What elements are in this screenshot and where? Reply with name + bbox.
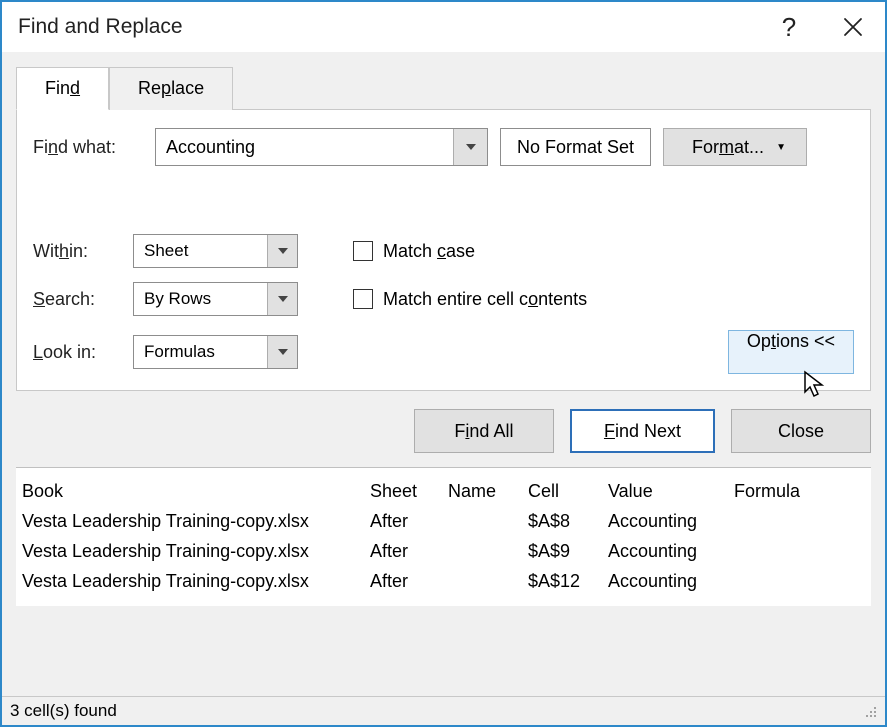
table-row[interactable]: Vesta Leadership Training-copy.xlsxAfter… [22,566,865,596]
lookin-value: Formulas [134,342,267,362]
cell-value: Accounting [608,536,734,566]
results-header: Book Sheet Name Cell Value Formula [22,476,865,506]
no-format-indicator: No Format Set [500,128,651,166]
col-name[interactable]: Name [448,476,528,506]
find-what-input-wrap[interactable] [155,128,488,166]
find-what-row: Find what: No Format Set Format... ▼ [33,128,854,166]
cell-book: Vesta Leadership Training-copy.xlsx [22,566,370,596]
within-dropdown[interactable] [267,235,297,267]
chevron-down-icon [466,144,476,150]
cell-value: Accounting [608,566,734,596]
cell-sheet: After [370,506,448,536]
cell-name [448,566,528,596]
format-button[interactable]: Format... ▼ [663,128,807,166]
find-next-button[interactable]: Find Next [570,409,715,453]
cell-formula [734,536,865,566]
find-all-button[interactable]: Find All [414,409,554,453]
options-button[interactable]: Options << [728,330,854,374]
cell-name [448,536,528,566]
match-entire-label: Match entire cell contents [383,289,587,310]
cell-sheet: After [370,536,448,566]
find-panel: Find what: No Format Set Format... ▼ Wit… [16,109,871,391]
col-formula[interactable]: Formula [734,476,865,506]
cell-value: Accounting [608,506,734,536]
find-what-label: Find what: [33,137,143,158]
table-row[interactable]: Vesta Leadership Training-copy.xlsxAfter… [22,506,865,536]
status-bar: 3 cell(s) found [2,696,885,725]
search-label: Search: [33,289,125,310]
action-buttons: Find All Find Next Close [16,391,871,467]
find-what-dropdown[interactable] [453,129,487,165]
tab-replace[interactable]: Replace [109,67,233,110]
close-window-button[interactable] [833,7,873,47]
cell-cell: $A$8 [528,506,608,536]
lookin-label: Look in: [33,342,125,363]
chevron-down-icon [278,349,288,355]
titlebar: Find and Replace ? [2,2,885,52]
chevron-down-icon [278,296,288,302]
col-value[interactable]: Value [608,476,734,506]
cell-formula [734,566,865,596]
content-area: Find Replace Find what: No Format Set Fo… [2,52,885,696]
cell-cell: $A$9 [528,536,608,566]
help-button[interactable]: ? [769,7,809,47]
close-icon [843,17,863,37]
caret-down-icon: ▼ [776,142,786,153]
lookin-dropdown[interactable] [267,336,297,368]
search-dropdown[interactable] [267,283,297,315]
resize-grip[interactable] [863,704,877,718]
dialog-title: Find and Replace [18,15,183,39]
search-select[interactable]: By Rows [133,282,298,316]
cell-formula [734,506,865,536]
within-label: Within: [33,241,125,262]
titlebar-actions: ? [769,7,873,47]
match-case-checkbox[interactable] [353,241,373,261]
tabs: Find Replace [16,67,871,110]
search-value: By Rows [134,289,267,309]
within-value: Sheet [134,241,267,261]
format-button-label: Format... [692,137,764,158]
lookin-select[interactable]: Formulas [133,335,298,369]
match-entire-checkbox[interactable] [353,289,373,309]
cell-sheet: After [370,566,448,596]
table-row[interactable]: Vesta Leadership Training-copy.xlsxAfter… [22,536,865,566]
cell-book: Vesta Leadership Training-copy.xlsx [22,506,370,536]
match-case-label: Match case [383,241,475,262]
status-text: 3 cell(s) found [10,701,117,721]
cell-name [448,506,528,536]
results-table[interactable]: Book Sheet Name Cell Value Formula Vesta… [16,467,871,606]
close-button[interactable]: Close [731,409,871,453]
chevron-down-icon [278,248,288,254]
within-select[interactable]: Sheet [133,234,298,268]
cell-cell: $A$12 [528,566,608,596]
find-replace-dialog: Find and Replace ? Find Replace Find wha… [0,0,887,727]
col-book[interactable]: Book [22,476,370,506]
find-what-input[interactable] [156,131,453,164]
tab-find[interactable]: Find [16,67,109,110]
cell-book: Vesta Leadership Training-copy.xlsx [22,536,370,566]
col-cell[interactable]: Cell [528,476,608,506]
col-sheet[interactable]: Sheet [370,476,448,506]
